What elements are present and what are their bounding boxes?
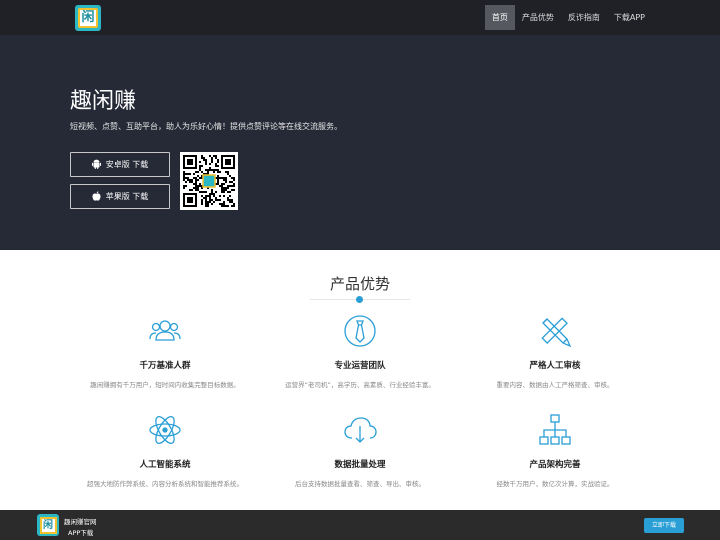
- hero-title: 趣闲赚: [70, 89, 137, 114]
- feature-description: 趣闲赚拥有千万用户，短时间内收集完整目标数据。: [90, 381, 240, 389]
- section-title: 产品优势: [329, 275, 390, 293]
- apple-icon: [92, 190, 101, 203]
- feature-card: 产品架构完善 经数千万用户，数亿次计算，实战验证。: [445, 412, 665, 488]
- download-footer-bar: 闲 趣闲赚官网 APP下载: [0, 510, 720, 540]
- android-download-label: 安卓版 下载: [105, 160, 149, 169]
- feature-card: 严格人工审核 重要内容、数据由人工严格筛查、审核。: [445, 313, 665, 389]
- android-icon: [91, 159, 101, 171]
- footer-logo-glyph: 闲: [39, 516, 57, 534]
- feature-card: 千万基准人群 趣闲赚拥有千万用户，短时间内收集完整目标数据。: [55, 313, 275, 389]
- sitemap-icon: [537, 412, 573, 448]
- footer-app-download-text: APP下载: [68, 529, 94, 537]
- atom-icon: [147, 412, 183, 448]
- ios-download-label: 苹果版 下载: [105, 192, 149, 201]
- logo-glyph: 闲: [78, 8, 98, 28]
- feature-description: 重要内容、数据由人工严格筛查、审核。: [496, 381, 614, 389]
- pencil-ruler-icon: [537, 313, 573, 349]
- feature-name: 千万基准人群: [139, 361, 191, 371]
- footer-app-logo: 闲: [37, 514, 59, 536]
- tie-icon: [342, 313, 378, 349]
- feature-description: 运营界“老司机”，高学历、高素质、行业经验丰富。: [285, 381, 435, 389]
- feature-description: 经数千万用户，数亿次计算，实战验证。: [496, 480, 614, 488]
- section-divider-dot: [356, 296, 363, 303]
- feature-name: 产品架构完善: [529, 460, 581, 470]
- people-icon: [147, 313, 183, 349]
- feature-description: 超强大地防作弊系统、内容分析系统和智能推荐系统。: [87, 480, 243, 488]
- feature-card: 专业运营团队 运营界“老司机”，高学历、高素质、行业经验丰富。: [250, 313, 470, 389]
- download-qr-code: [180, 152, 238, 210]
- nav-item-home[interactable]: 首页: [484, 5, 515, 30]
- nav-item-anti-fraud[interactable]: 反诈指南: [561, 5, 607, 30]
- ios-download-button[interactable]: 苹果版 下载: [70, 184, 170, 209]
- feature-card: 人工智能系统 超强大地防作弊系统、内容分析系统和智能推荐系统。: [55, 412, 275, 488]
- hero-subtitle: 短视频、点赞、互助平台，助人为乐好心情！提供点赞评论等在线交流服务。: [70, 122, 342, 131]
- feature-name: 专业运营团队: [334, 361, 386, 371]
- cloud-download-icon: [342, 412, 378, 448]
- qr-code-image: [183, 155, 235, 207]
- nav-item-advantages[interactable]: 产品优势: [515, 5, 561, 30]
- android-download-button[interactable]: 安卓版 下载: [70, 152, 170, 177]
- download-now-button[interactable]: 立即下载: [644, 518, 684, 533]
- top-navbar: 闲 首页 产品优势 反诈指南 下载APP: [0, 0, 720, 35]
- feature-card: 数据批量处理 后台支持数据批量查看、筛查、导出、审核。: [250, 412, 470, 488]
- main-nav: 首页 产品优势 反诈指南 下载APP: [484, 5, 652, 30]
- feature-name: 人工智能系统: [139, 460, 191, 470]
- nav-item-download[interactable]: 下载APP: [607, 5, 652, 30]
- app-logo[interactable]: 闲: [75, 5, 101, 31]
- footer-site-name: 趣闲赚官网: [64, 518, 97, 526]
- feature-name: 数据批量处理: [334, 460, 386, 470]
- feature-name: 严格人工审核: [529, 361, 581, 371]
- hero-banner: 趣闲赚 短视频、点赞、互助平台，助人为乐好心情！提供点赞评论等在线交流服务。 安…: [0, 35, 720, 250]
- feature-description: 后台支持数据批量查看、筛查、导出、审核。: [295, 480, 425, 488]
